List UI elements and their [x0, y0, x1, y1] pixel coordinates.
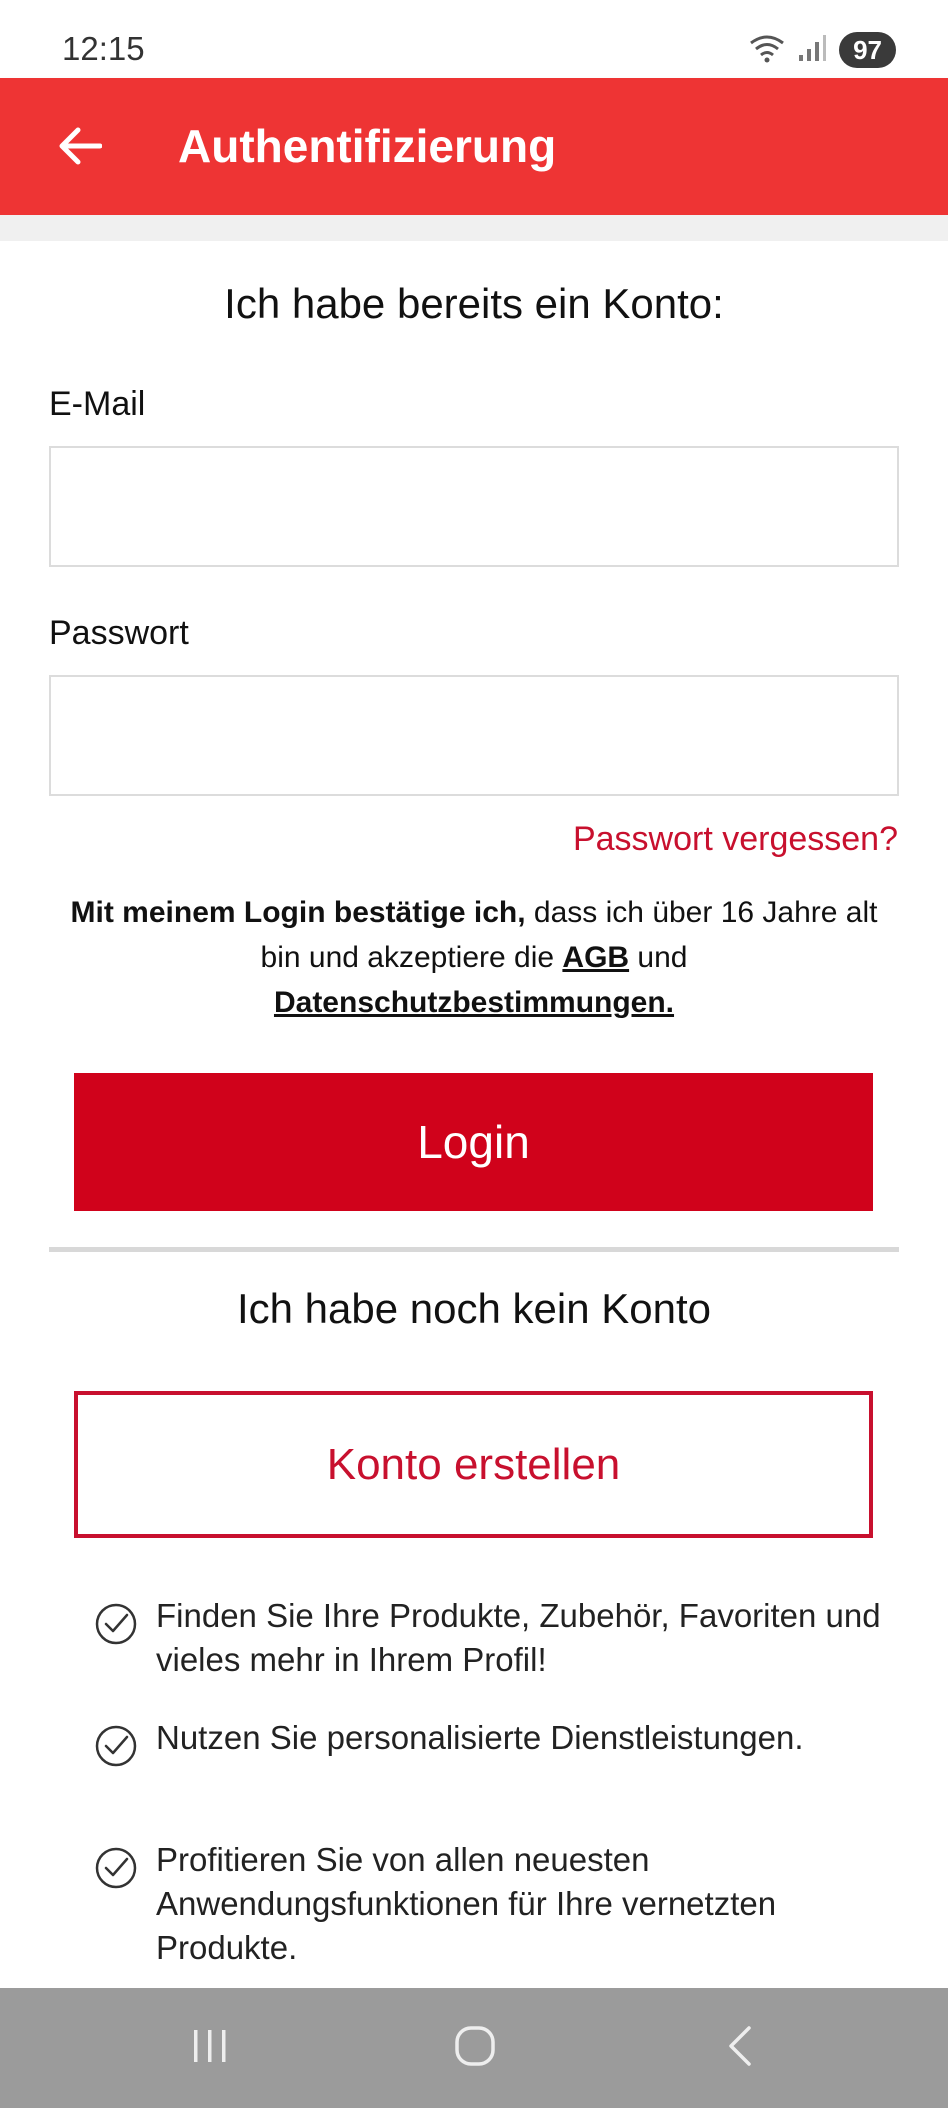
legal-text-2: und	[629, 941, 688, 974]
register-heading: Ich habe noch kein Konto	[236, 1285, 712, 1332]
battery-indicator: 97	[839, 32, 896, 68]
login-heading: Ich habe bereits ein Konto:	[224, 280, 724, 327]
home-button[interactable]	[415, 1988, 535, 2108]
benefit-item: Finden Sie Ihre Produkte, Zubehör, Favor…	[94, 1594, 894, 1682]
benefit-item: Profitieren Sie von allen neuesten Anwen…	[94, 1838, 894, 1970]
status-icons: 97	[749, 30, 896, 70]
section-divider	[49, 1247, 899, 1252]
email-label: E-Mail	[49, 385, 146, 423]
wifi-icon	[749, 33, 785, 68]
back-icon	[725, 2024, 755, 2073]
legal-bold-text: Mit meinem Login bestätige ich,	[70, 896, 526, 929]
forgot-password-link[interactable]: Passwort vergessen?	[573, 820, 898, 859]
agb-link[interactable]: AGB	[562, 941, 629, 974]
password-field[interactable]	[49, 675, 899, 796]
benefit-text: Finden Sie Ihre Produkte, Zubehör, Favor…	[156, 1597, 881, 1678]
check-circle-icon	[94, 1602, 138, 1646]
app-bar: Authentifizierung	[0, 78, 948, 215]
benefit-text: Profitieren Sie von allen neuesten Anwen…	[156, 1841, 777, 1966]
privacy-link[interactable]: Datenschutzbestimmungen.	[274, 986, 674, 1019]
home-icon	[453, 2024, 497, 2073]
system-nav-bar	[0, 1988, 948, 2108]
create-account-button[interactable]: Konto erstellen	[74, 1391, 873, 1538]
arrow-left-icon	[58, 126, 103, 171]
password-label: Passwort	[49, 614, 189, 652]
check-circle-icon	[94, 1724, 138, 1768]
signal-icon	[797, 33, 827, 68]
benefit-item: Nutzen Sie personalisierte Dienstleistun…	[94, 1716, 894, 1768]
legal-text: Mit meinem Login bestätige ich, dass ich…	[49, 890, 899, 1025]
login-button[interactable]: Login	[74, 1073, 873, 1211]
header-shadow-strip	[0, 215, 948, 241]
back-button[interactable]	[40, 108, 120, 188]
benefit-text: Nutzen Sie personalisierte Dienstleistun…	[156, 1719, 804, 1756]
page-title: Authentifizierung	[178, 120, 557, 172]
status-time: 12:15	[62, 30, 145, 67]
recents-button[interactable]	[150, 1988, 270, 2108]
status-bar: 12:15 97	[0, 0, 948, 78]
check-circle-icon	[94, 1846, 138, 1890]
nav-back-button[interactable]	[680, 1988, 800, 2108]
recents-icon	[188, 2026, 232, 2071]
email-field[interactable]	[49, 446, 899, 567]
